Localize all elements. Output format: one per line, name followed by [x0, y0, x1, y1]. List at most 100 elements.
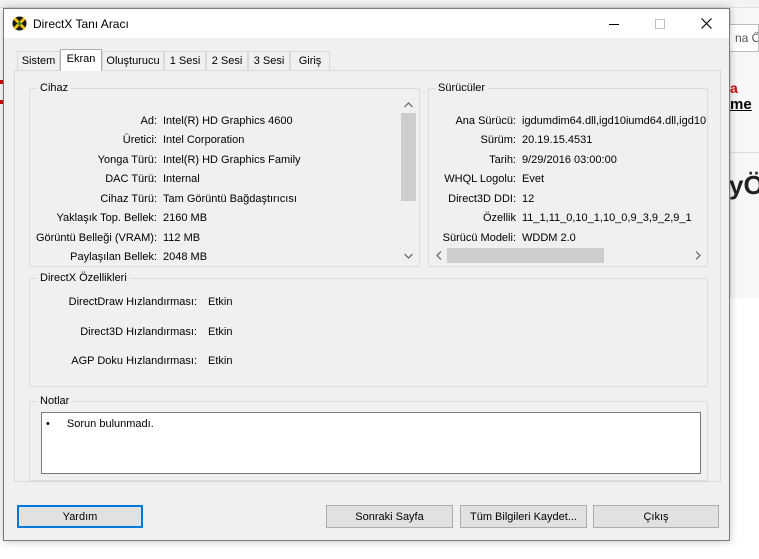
chevron-right-icon	[695, 251, 701, 260]
device-label: DAC Türü:	[105, 173, 157, 185]
minimize-button[interactable]	[591, 9, 637, 38]
device-value: Tam Görüntü Bağdaştırıcısı	[163, 193, 297, 205]
device-row: Yonga Türü: Intel(R) HD Graphics Family	[31, 151, 401, 170]
bullet-icon: •	[46, 418, 50, 430]
maximize-icon	[655, 18, 665, 29]
feature-value: Etkin	[208, 296, 233, 308]
close-icon	[700, 18, 712, 29]
tab-3-sesi[interactable]: 3 Sesi	[248, 51, 290, 71]
chevron-left-icon	[435, 251, 441, 260]
next-page-button-label: Sonraki Sayfa	[355, 510, 424, 523]
feature-value: Etkin	[208, 326, 233, 338]
driver-value: Evet	[522, 173, 545, 185]
driver-value: 12	[522, 193, 535, 205]
driver-value: 11_1,11_0,10_1,10_0,9_3,9_2,9_1	[522, 212, 692, 224]
device-row: DAC Türü: Internal	[31, 170, 401, 189]
chevron-down-icon	[404, 253, 413, 259]
driver-value: WDDM 2.0	[522, 232, 576, 244]
driver-row: Tarih: 9/29/2016 03:00:00	[430, 151, 706, 170]
device-label: Cihaz Türü:	[100, 193, 157, 205]
scroll-thumb[interactable]	[401, 113, 416, 201]
save-all-info-button-label: Tüm Bilgileri Kaydet...	[470, 510, 577, 523]
tab-2-sesi[interactable]: 2 Sesi	[206, 51, 248, 71]
scroll-left-button[interactable]	[430, 247, 447, 264]
device-label: Yonga Türü:	[97, 154, 157, 166]
feature-row: AGP Doku Hızlandırması: Etkin	[31, 352, 431, 371]
device-scrollbar[interactable]	[400, 96, 417, 264]
title-bar[interactable]: DirectX Tanı Aracı	[4, 9, 729, 38]
driver-row: Ana Sürücü: igdumdim64.dll,igd10iumd64.d…	[430, 112, 706, 131]
driver-label: Sürücü Modeli:	[442, 232, 516, 244]
device-value: Intel(R) HD Graphics Family	[163, 154, 301, 166]
drivers-group-title: Sürücüler	[435, 82, 489, 94]
device-row: Üretici: Intel Corporation	[31, 131, 401, 150]
device-label: Paylaşılan Bellek:	[70, 251, 157, 263]
background-page-strip	[0, 0, 759, 8]
device-row: Cihaz Türü: Tam Görüntü Bağdaştırıcısı	[31, 190, 401, 209]
driver-label: WHQL Logolu:	[444, 173, 516, 185]
tab-giris[interactable]: Giriş	[290, 51, 330, 71]
exit-button[interactable]: Çıkış	[593, 505, 719, 528]
driver-row: WHQL Logolu: Evet	[430, 170, 706, 189]
help-button-label: Yardım	[62, 510, 98, 523]
tab-olusturucu[interactable]: Oluşturucu	[102, 51, 164, 71]
device-group-title: Cihaz	[37, 82, 72, 94]
driver-value: igdumdim64.dll,igd10iumd64.dll,igd10iu	[522, 115, 706, 127]
feature-label: AGP Doku Hızlandırması:	[71, 355, 197, 367]
driver-value: 9/29/2016 03:00:00	[522, 154, 617, 166]
chevron-up-icon	[404, 101, 413, 107]
driver-label: Sürüm:	[480, 134, 516, 146]
driver-value: 20.19.15.4531	[522, 134, 593, 146]
scroll-thumb[interactable]	[447, 248, 604, 263]
device-row: Ad: Intel(R) HD Graphics 4600	[31, 112, 401, 131]
driver-row: Direct3D DDI: 12	[430, 190, 706, 209]
feature-row: Direct3D Hızlandırması: Etkin	[31, 323, 431, 342]
device-value: 2160 MB	[163, 212, 208, 224]
directx-features-title: DirectX Özellikleri	[37, 272, 130, 284]
device-label: Ad:	[140, 115, 157, 127]
device-label: Yaklaşık Top. Bellek:	[56, 212, 157, 224]
driver-row: Özellik 11_1,11_0,10_1,10_0,9_3,9_2,9_1	[430, 209, 706, 228]
maximize-button	[637, 9, 683, 38]
scroll-down-button[interactable]	[400, 247, 417, 264]
device-value: Intel(R) HD Graphics 4600	[163, 115, 293, 127]
device-label: Görüntü Belleği (VRAM):	[35, 232, 157, 244]
background-divider	[730, 152, 759, 153]
notes-group-title: Notlar	[37, 395, 73, 407]
notes-textbox[interactable]: • Sorun bulunmadı.	[41, 412, 701, 474]
background-link-text[interactable]: me	[730, 96, 752, 113]
driver-label: Ana Sürücü:	[455, 115, 516, 127]
scroll-right-button[interactable]	[689, 247, 706, 264]
driver-label: Tarih:	[489, 154, 516, 166]
notes-item-text: Sorun bulunmadı.	[66, 418, 154, 430]
drivers-scrollbar[interactable]	[430, 247, 706, 264]
save-all-info-button[interactable]: Tüm Bilgileri Kaydet...	[460, 505, 587, 528]
feature-value: Etkin	[208, 355, 233, 367]
tab-ekran[interactable]: Ekran	[60, 49, 102, 71]
next-page-button[interactable]: Sonraki Sayfa	[326, 505, 453, 528]
help-button[interactable]: Yardım	[17, 505, 143, 528]
device-value: Intel Corporation	[163, 134, 245, 146]
feature-label: DirectDraw Hızlandırması:	[68, 296, 197, 308]
device-row: Görüntü Belleği (VRAM): 112 MB	[31, 229, 401, 248]
background-red-text: a	[730, 80, 738, 96]
feature-label: Direct3D Hızlandırması:	[80, 326, 197, 338]
background-heading: yÖ	[729, 170, 759, 200]
background-search-input[interactable]: na Ö	[729, 24, 759, 52]
minimize-icon	[609, 23, 619, 25]
device-row: Yaklaşık Top. Bellek: 2160 MB	[31, 209, 401, 228]
exit-button-label: Çıkış	[643, 510, 669, 523]
tab-label: Sistem	[21, 55, 56, 67]
device-value: 112 MB	[163, 232, 201, 244]
driver-label: Direct3D DDI:	[448, 193, 516, 205]
close-button[interactable]	[683, 9, 729, 38]
tab-1-sesi[interactable]: 1 Sesi	[164, 51, 206, 71]
driver-row: Sürücü Modeli: WDDM 2.0	[430, 229, 706, 248]
tab-label: 2 Sesi	[211, 55, 243, 67]
device-value: Internal	[163, 173, 200, 185]
scroll-up-button[interactable]	[400, 96, 417, 113]
directx-icon	[12, 16, 27, 31]
tab-sistem[interactable]: Sistem	[17, 51, 60, 71]
feature-row: DirectDraw Hızlandırması: Etkin	[31, 293, 431, 312]
tab-label: Giriş	[298, 55, 322, 67]
